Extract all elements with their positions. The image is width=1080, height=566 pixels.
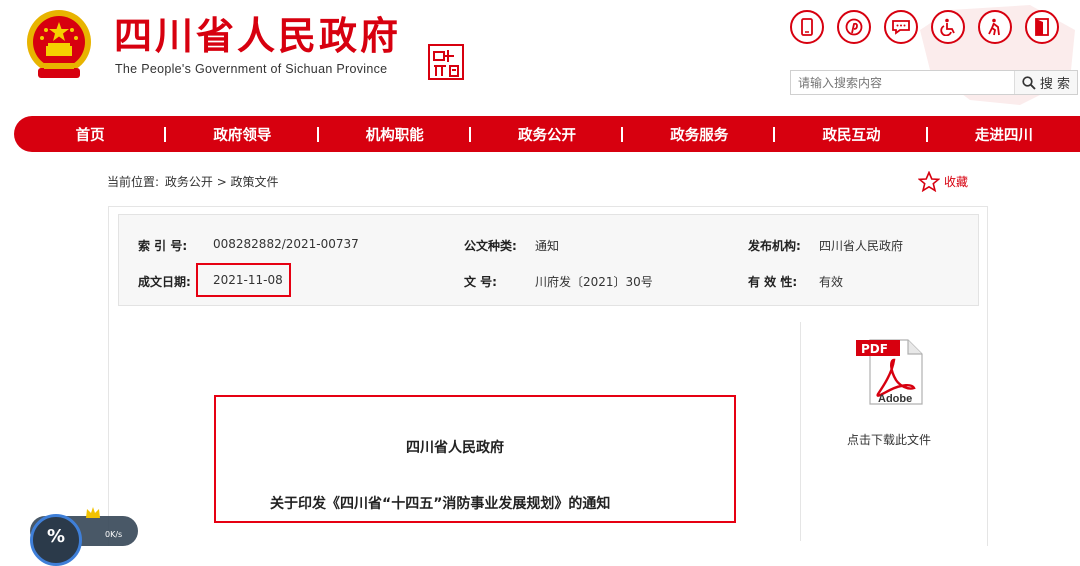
date-highlight-box <box>196 263 291 297</box>
nav-item-interaction[interactable]: 政民互动 <box>775 124 928 145</box>
crown-icon <box>86 507 100 518</box>
nav-item-sichuan[interactable]: 走进四川 <box>928 124 1080 145</box>
speed-value: 0K/s <box>105 530 123 539</box>
pdf-label: PDF <box>861 342 888 356</box>
speed-percent: % <box>30 514 82 566</box>
site-title[interactable]: 四川省人民政府 <box>114 14 401 58</box>
type-label: 公文种类: <box>464 239 517 253</box>
search-box: 搜 索 <box>790 70 1078 95</box>
doc-number-label: 文 号: <box>464 275 497 289</box>
exit-icon[interactable] <box>1025 10 1059 44</box>
site-subtitle: The People's Government of Sichuan Provi… <box>115 62 388 76</box>
index-label: 索 引 号: <box>138 239 188 253</box>
validity-label: 有 效 性: <box>748 275 798 289</box>
document-title: 关于印发《四川省“十四五”消防事业发展规划》的通知 <box>270 496 611 512</box>
search-button-label: 搜 索 <box>1039 77 1071 92</box>
pinterest-icon[interactable] <box>837 10 871 44</box>
nav-item-functions[interactable]: 机构职能 <box>319 124 472 145</box>
publisher-label: 发布机构: <box>748 239 801 253</box>
document-org: 四川省人民政府 <box>406 440 504 456</box>
breadcrumb-label: 当前位置: <box>107 175 160 189</box>
download-link[interactable]: 点击下载此文件 <box>847 431 931 448</box>
star-icon <box>918 171 940 192</box>
search-icon <box>1022 75 1036 90</box>
nav-item-services[interactable]: 政务服务 <box>623 124 776 145</box>
search-input[interactable] <box>791 71 1023 94</box>
search-button[interactable]: 搜 索 <box>1014 71 1077 94</box>
breadcrumb: 当前位置: 政务公开 > 政策文件 <box>107 173 281 190</box>
pdf-icon[interactable]: PDF Adobe <box>856 336 926 406</box>
favorite-button[interactable]: 收藏 <box>918 171 968 192</box>
nav-item-home[interactable]: 首页 <box>14 124 167 145</box>
site-header: 四川省人民政府 The People's Government of Sichu… <box>0 0 1080 110</box>
doc-number-value: 川府发〔2021〕30号 <box>535 275 653 289</box>
index-value: 008282882/2021-00737 <box>213 237 359 251</box>
type-value: 通知 <box>535 239 560 253</box>
nav-item-leaders[interactable]: 政府领导 <box>166 124 319 145</box>
nav-item-affairs[interactable]: 政务公开 <box>471 124 624 145</box>
date-label: 成文日期: <box>138 275 191 289</box>
national-emblem-icon <box>27 10 91 78</box>
favorite-label: 收藏 <box>944 175 969 189</box>
main-nav: 首页 政府领导 机构职能 政务公开 政务服务 政民互动 走进四川 <box>14 116 1080 152</box>
breadcrumb-path[interactable]: 政务公开 > 政策文件 <box>165 175 279 189</box>
publisher-value: 四川省人民政府 <box>819 239 904 253</box>
elderly-icon[interactable] <box>978 10 1012 44</box>
message-icon[interactable] <box>884 10 918 44</box>
wheelchair-icon[interactable] <box>931 10 965 44</box>
validity-value: 有效 <box>819 275 844 289</box>
mobile-icon[interactable] <box>790 10 824 44</box>
adobe-label: Adobe <box>878 393 912 405</box>
content-divider <box>800 322 801 541</box>
toolbar-icons <box>790 10 1059 44</box>
seal-logo-icon <box>428 44 464 80</box>
